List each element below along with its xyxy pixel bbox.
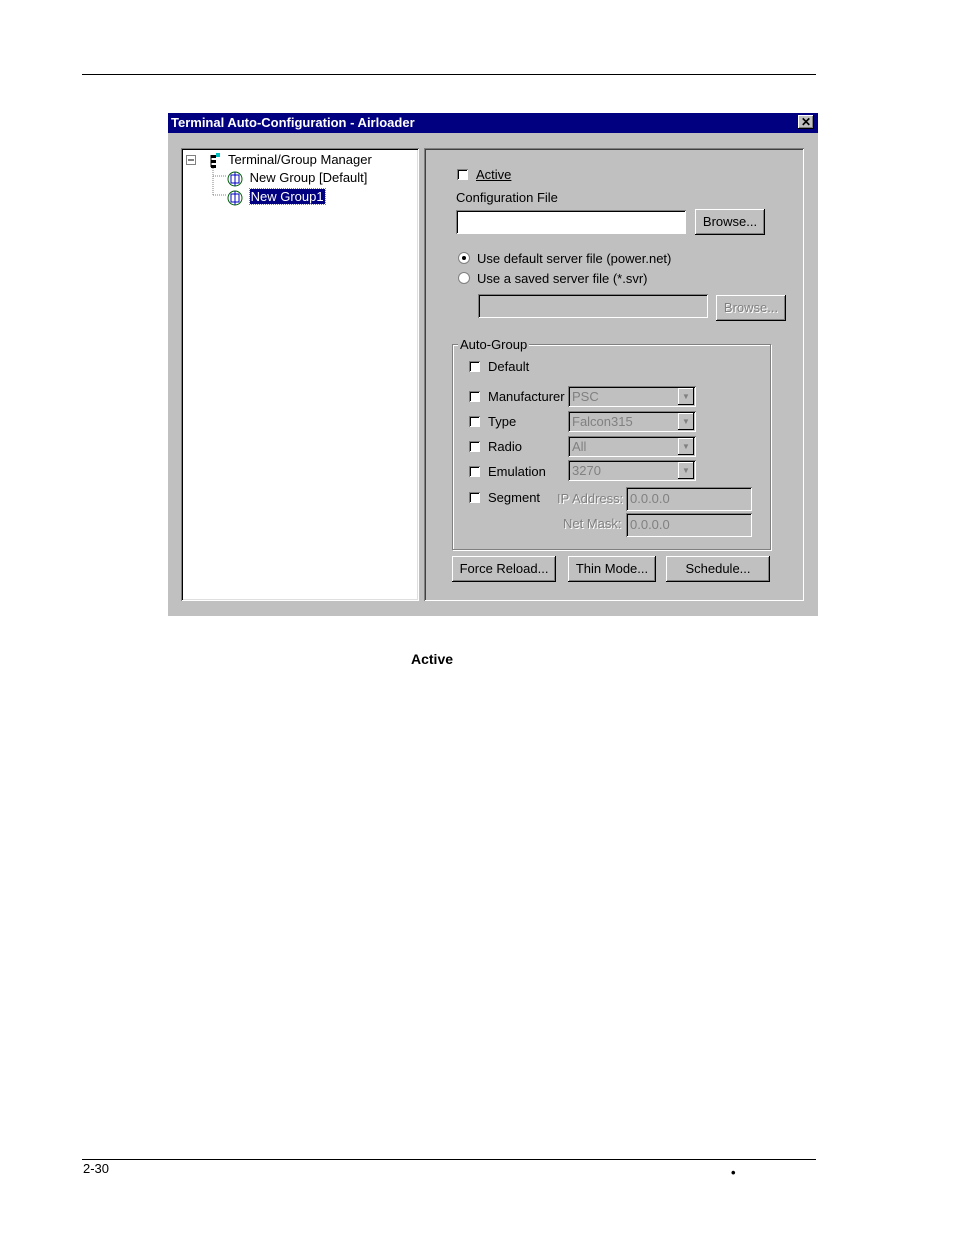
manufacturer-select[interactable]: PSC ▼ (568, 386, 696, 407)
manufacturer-value: PSC (572, 389, 599, 404)
dropdown-arrow-icon[interactable]: ▼ (678, 388, 694, 405)
group-tree[interactable]: Terminal/Group Manager New Group [Defaul… (181, 148, 419, 601)
type-value: Falcon315 (572, 414, 633, 429)
radio-value: All (572, 439, 587, 454)
dropdown-arrow-icon[interactable]: ▼ (678, 413, 694, 430)
emulation-select[interactable]: 3270 ▼ (568, 460, 696, 481)
manufacturer-checkbox[interactable] (469, 391, 480, 402)
manufacturer-label: Manufacturer (488, 389, 565, 404)
use-default-server-radio[interactable] (458, 252, 470, 264)
tree-item-new-group1[interactable]: New Group1 (226, 188, 326, 206)
dropdown-arrow-icon[interactable]: ▼ (678, 462, 694, 479)
segment-checkbox[interactable] (469, 492, 480, 503)
type-select[interactable]: Falcon315 ▼ (568, 411, 696, 432)
tree-root-label: Terminal/Group Manager (228, 152, 372, 167)
saved-server-input[interactable] (478, 294, 708, 318)
auto-group-title: Auto-Group (458, 337, 530, 352)
active-caption: Active (411, 651, 454, 667)
title-bar[interactable]: Terminal Auto-Configuration - Airloader … (168, 113, 818, 133)
use-default-server-label: Use default server file (power.net) (477, 251, 672, 266)
tree-item-label-selected: New Group1 (248, 188, 326, 205)
emulation-value: 3270 (572, 463, 601, 478)
type-checkbox[interactable] (469, 416, 480, 427)
thin-mode-button[interactable]: Thin Mode... (568, 556, 656, 582)
net-mask-input[interactable]: 0.0.0.0 (626, 513, 752, 537)
network-manager-icon (210, 152, 220, 168)
config-file-label: Configuration File (456, 190, 558, 205)
collapse-icon[interactable] (186, 155, 197, 166)
default-checkbox[interactable] (469, 361, 480, 372)
group-globe-icon (227, 171, 243, 187)
footer-bullet: • (731, 1165, 736, 1180)
tree-item-default-group[interactable]: New Group [Default] (226, 170, 367, 187)
dialog-window: Terminal Auto-Configuration - Airloader … (168, 113, 818, 616)
radio-label: Radio (488, 439, 522, 454)
type-label: Type (488, 414, 517, 429)
active-label: Active (476, 167, 512, 182)
window-title: Terminal Auto-Configuration - Airloader (171, 115, 415, 130)
bottom-rule (82, 1159, 816, 1160)
use-saved-server-radio[interactable] (458, 272, 470, 284)
radio-select[interactable]: All ▼ (568, 436, 696, 457)
ip-address-value: 0.0.0.0 (630, 491, 670, 506)
default-label: Default (488, 359, 530, 374)
top-rule (82, 74, 816, 75)
ip-address-label: IP Address: (557, 491, 624, 506)
page-number: 2-30 (83, 1161, 110, 1176)
radio-checkbox[interactable] (469, 441, 480, 452)
browse-saved-button[interactable]: Browse... (716, 295, 786, 321)
browse-config-button[interactable]: Browse... (695, 209, 765, 235)
group-globe-icon (227, 190, 243, 206)
tree-root[interactable]: Terminal/Group Manager (186, 152, 372, 169)
net-mask-value: 0.0.0.0 (630, 517, 670, 532)
emulation-label: Emulation (488, 464, 546, 479)
ip-address-input[interactable]: 0.0.0.0 (626, 487, 752, 511)
config-file-input[interactable] (456, 210, 686, 234)
active-checkbox[interactable] (457, 169, 468, 180)
force-reload-button[interactable]: Force Reload... (452, 556, 556, 582)
close-button[interactable]: ✕ (798, 115, 814, 129)
emulation-checkbox[interactable] (469, 466, 480, 477)
net-mask-label: Net Mask: (563, 516, 622, 531)
segment-label: Segment (488, 490, 541, 505)
dropdown-arrow-icon[interactable]: ▼ (678, 438, 694, 455)
tree-item-label: New Group [Default] (249, 170, 368, 185)
schedule-button[interactable]: Schedule... (666, 556, 770, 582)
use-saved-server-label: Use a saved server file (*.svr) (477, 271, 648, 286)
